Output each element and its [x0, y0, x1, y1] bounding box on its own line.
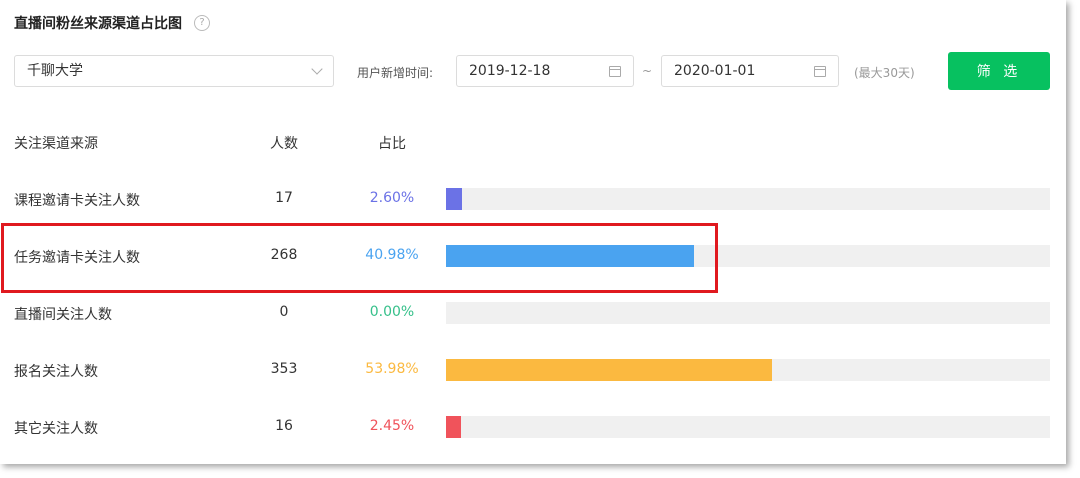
row-percent: 2.45% [369, 418, 415, 434]
bar-track [446, 416, 1050, 438]
row-percent: 2.60% [369, 190, 415, 206]
bar-track [446, 359, 1050, 381]
max-days-note: (最大30天) [854, 66, 915, 80]
school-select[interactable]: 千聊大学 [14, 55, 334, 87]
bar-fill [446, 359, 772, 381]
chart-title-wrap: 直播间粉丝来源渠道占比图 ? [14, 13, 210, 33]
row-percent: 0.00% [369, 304, 415, 320]
date-separator: ~ [642, 64, 653, 78]
header-ratio: 占比 [378, 136, 406, 152]
row-percent: 53.98% [365, 361, 419, 377]
calendar-icon [814, 66, 826, 77]
chevron-down-icon [311, 63, 323, 75]
chart-card: 直播间粉丝来源渠道占比图 ? 千聊大学 用户新增时间: 2019-12-18 ~… [0, 0, 1066, 464]
row-count: 0 [279, 304, 289, 320]
end-date-value: 2020-01-01 [674, 63, 756, 79]
chart-title: 直播间粉丝来源渠道占比图 [14, 16, 182, 32]
row-label: 任务邀请卡关注人数 [14, 250, 140, 266]
row-label: 课程邀请卡关注人数 [14, 193, 140, 209]
end-date-input[interactable]: 2020-01-01 [661, 55, 839, 87]
bar-fill [446, 245, 694, 267]
row-percent: 40.98% [365, 247, 419, 263]
bar-fill [446, 416, 461, 438]
row-count: 17 [275, 190, 293, 206]
time-label: 用户新增时间: [357, 66, 434, 80]
school-select-value: 千聊大学 [27, 63, 83, 79]
row-count: 16 [275, 418, 293, 434]
calendar-icon [609, 66, 621, 77]
bar-track [446, 302, 1050, 324]
bar-track [446, 188, 1050, 210]
header-count: 人数 [270, 136, 298, 152]
row-count: 353 [270, 361, 298, 377]
start-date-value: 2019-12-18 [469, 63, 551, 79]
filter-button[interactable]: 筛 选 [948, 52, 1050, 90]
question-circle-icon[interactable]: ? [194, 15, 210, 31]
row-label: 直播间关注人数 [14, 307, 112, 323]
header-source: 关注渠道来源 [14, 136, 98, 152]
row-count: 268 [270, 247, 298, 263]
bar-track [446, 245, 1050, 267]
bar-fill [446, 188, 462, 210]
start-date-input[interactable]: 2019-12-18 [456, 55, 634, 87]
row-label: 报名关注人数 [14, 364, 98, 380]
row-label: 其它关注人数 [14, 421, 98, 437]
